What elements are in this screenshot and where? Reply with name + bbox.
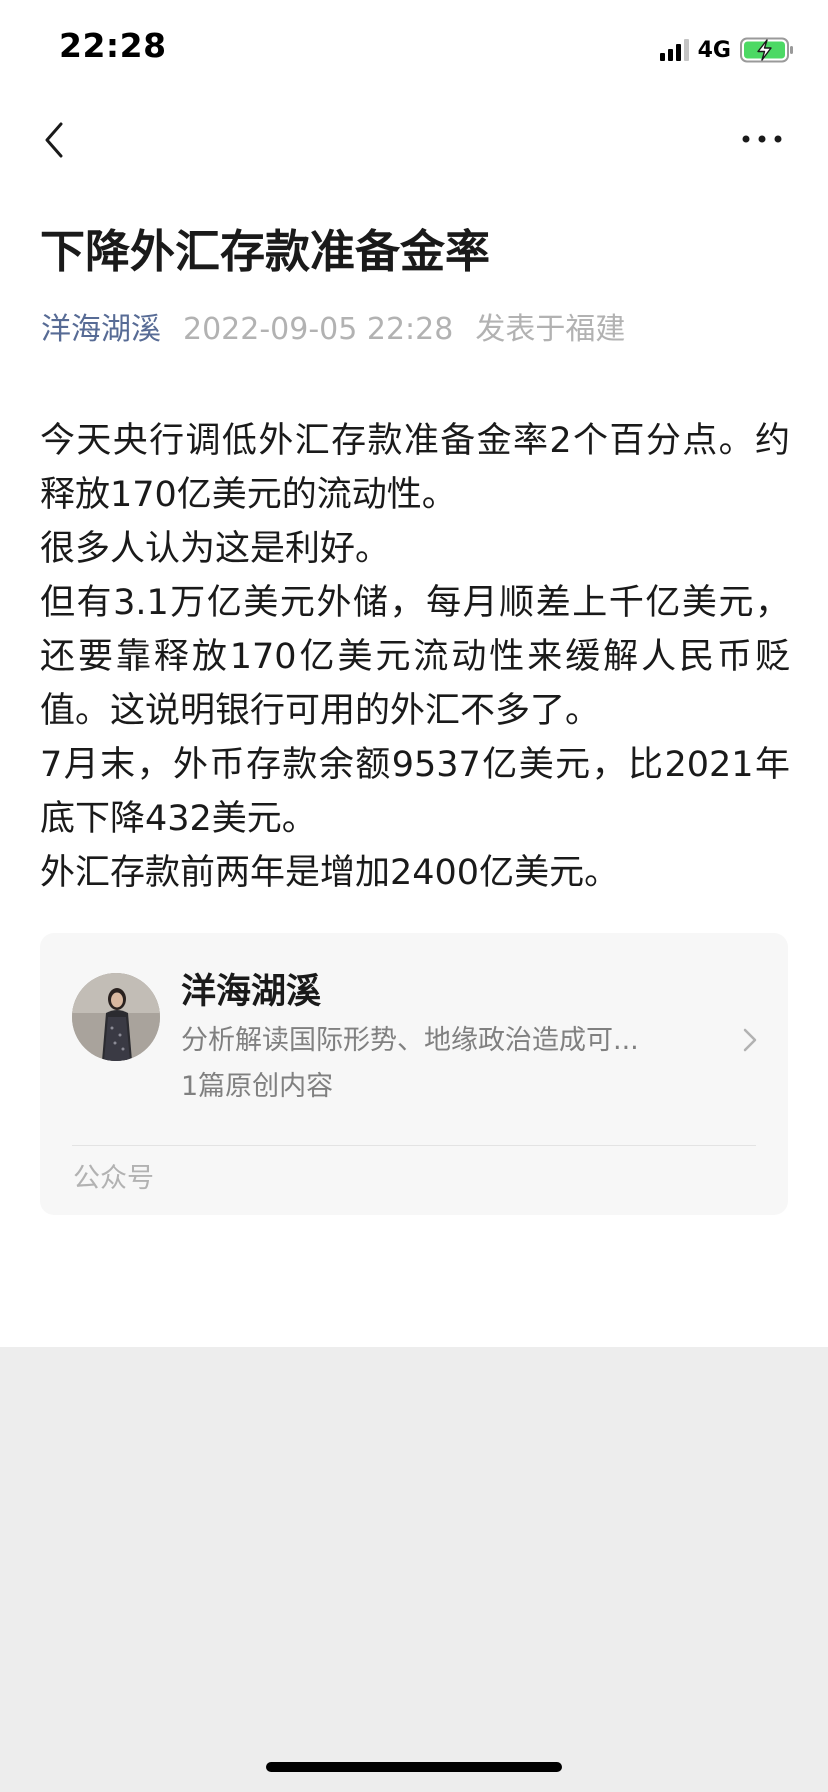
paragraph: 7月末，外币存款余额9537亿美元，比2021年底下降432美元。 [40, 745, 790, 839]
author-link[interactable]: 洋海湖溪 [41, 310, 161, 350]
paragraph: 很多人认为这是利好。 [40, 529, 391, 569]
publish-date: 2022-09-05 22:28 [183, 312, 454, 347]
home-indicator[interactable] [266, 1762, 562, 1772]
original-count: 1篇原创内容 [181, 1071, 334, 1102]
back-button[interactable] [36, 116, 72, 164]
avatar [72, 973, 160, 1061]
paragraph: 但有3.1万亿美元外储，每月顺差上千亿美元，还要靠释放170亿美元流动性来缓解人… [40, 583, 790, 731]
article-body: 今天央行调低外汇存款准备金率2个百分点。约释放170亿美元的流动性。 很多人认为… [40, 414, 790, 900]
article-page: 22:28 4G 下降外汇存款准备金率 洋海湖溪 2022-09-05 22:2… [0, 0, 828, 1347]
account-name: 洋海湖溪 [181, 972, 322, 1012]
battery-charging-icon [740, 37, 793, 63]
paragraph: 外汇存款前两年是增加2400亿美元。 [40, 853, 620, 893]
account-description: 分析解读国际形势、地缘政治造成可... [181, 1025, 639, 1056]
status-time: 22:28 [59, 26, 167, 65]
article-meta: 洋海湖溪 2022-09-05 22:28 发表于福建 [41, 310, 625, 350]
account-card-link[interactable]: 洋海湖溪 分析解读国际形势、地缘政治造成可... 1篇原创内容 [40, 933, 788, 1141]
chevron-left-icon [45, 122, 63, 158]
publish-location: 发表于福建 [475, 312, 626, 347]
article-title: 下降外汇存款准备金率 [40, 225, 491, 278]
paragraph: 今天央行调低外汇存款准备金率2个百分点。约释放170亿美元的流动性。 [40, 421, 790, 515]
card-divider [72, 1145, 756, 1146]
avatar-image [72, 973, 160, 1061]
more-button[interactable] [736, 124, 788, 154]
more-dots-icon [742, 135, 782, 143]
signal-icon [659, 39, 689, 61]
account-type-label: 公众号 [73, 1163, 154, 1194]
account-card: 洋海湖溪 分析解读国际形势、地缘政治造成可... 1篇原创内容 公众号 [40, 933, 788, 1215]
status-indicators: 4G [659, 36, 794, 64]
network-type: 4G [697, 37, 731, 63]
chevron-right-icon [743, 1028, 757, 1052]
